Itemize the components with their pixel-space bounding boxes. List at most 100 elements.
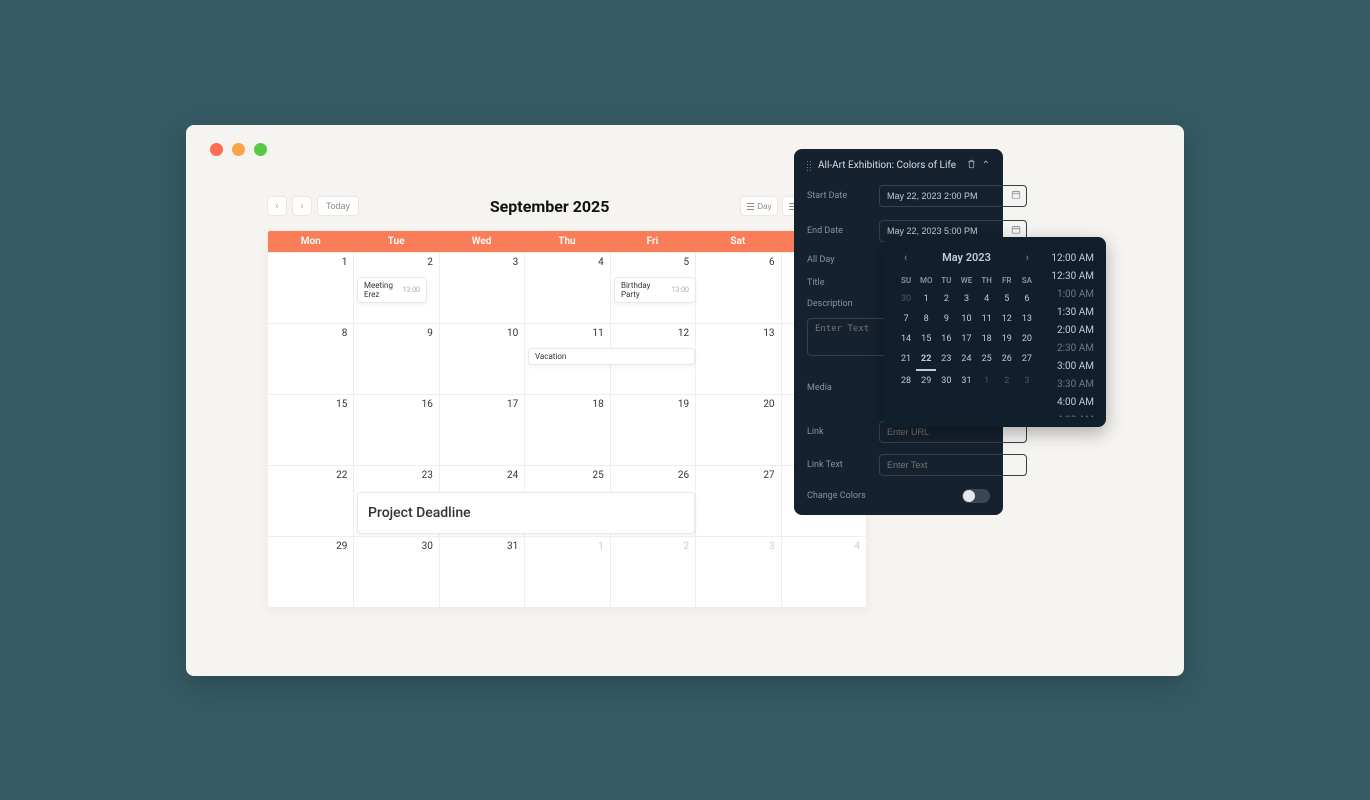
datepicker-day-cell[interactable]: 21 — [896, 349, 916, 371]
time-option[interactable]: 2:00 AM — [1041, 323, 1097, 338]
day-cell[interactable]: 29 — [268, 537, 353, 607]
time-option[interactable]: 1:00 AM — [1041, 287, 1097, 302]
event-meeting[interactable]: Meeting Erez 13:00 — [357, 277, 427, 303]
event-deadline[interactable]: Project Deadline — [357, 492, 695, 534]
day-header: Mon — [268, 231, 353, 252]
datepicker-day-cell[interactable]: 16 — [936, 329, 956, 349]
datepicker-day-cell[interactable]: 8 — [916, 309, 936, 329]
window-zoom-dot[interactable] — [254, 143, 267, 156]
datepicker-day-cell[interactable]: 2 — [997, 371, 1017, 391]
day-cell[interactable]: 2 — [610, 537, 695, 607]
datepicker-day-cell[interactable]: 20 — [1017, 329, 1037, 349]
datepicker-day-cell[interactable]: 12 — [997, 309, 1017, 329]
time-picker-list[interactable]: 12:00 AM 12:30 AM 1:00 AM 1:30 AM 2:00 AM 2:3… — [1041, 251, 1097, 417]
day-cell[interactable]: 30 — [353, 537, 438, 607]
datepicker-day-cell[interactable]: 30 — [936, 371, 956, 391]
datepicker-day-cell[interactable]: 18 — [977, 329, 997, 349]
day-cell[interactable]: 17 — [439, 395, 524, 465]
datepicker-day-cell[interactable]: 3 — [956, 289, 976, 309]
day-cell[interactable]: 9 — [353, 324, 438, 394]
time-option[interactable]: 2:30 AM — [1041, 341, 1097, 356]
day-cell[interactable]: 15 — [268, 395, 353, 465]
change-colors-toggle[interactable] — [962, 489, 990, 503]
datepicker-day-cell[interactable]: 9 — [936, 309, 956, 329]
drag-grip-icon[interactable] — [807, 161, 812, 171]
day-cell[interactable]: 19 — [610, 395, 695, 465]
link-text-input[interactable] — [879, 454, 1027, 476]
datepicker-day-cell[interactable]: 28 — [896, 371, 916, 391]
datepicker-day-cell[interactable]: 27 — [1017, 349, 1037, 371]
datepicker-next-button[interactable]: › — [1022, 251, 1033, 264]
collapse-icon[interactable]: ⌃ — [982, 160, 990, 171]
datepicker-day-cell[interactable]: 19 — [997, 329, 1017, 349]
window-close-dot[interactable] — [210, 143, 223, 156]
datepicker-weeks: 3012345678910111213141516171819202122232… — [896, 289, 1037, 391]
field-label: Link — [807, 427, 879, 437]
day-cell[interactable]: 1 — [524, 537, 609, 607]
datepicker-day-cell[interactable]: 7 — [896, 309, 916, 329]
datepicker-day-cell[interactable]: 17 — [956, 329, 976, 349]
time-option[interactable]: 12:00 AM — [1041, 251, 1097, 266]
datepicker-prev-button[interactable]: ‹ — [900, 251, 911, 264]
datepicker-day-cell[interactable]: 22 — [916, 349, 936, 371]
start-date-field: Start Date — [807, 185, 990, 207]
datepicker-day-cell[interactable]: 1 — [977, 371, 997, 391]
start-date-input[interactable] — [879, 185, 1027, 207]
calendar-icon[interactable] — [1011, 225, 1021, 238]
datepicker-day-cell[interactable]: 4 — [977, 289, 997, 309]
time-option[interactable]: 4:00 AM — [1041, 395, 1097, 410]
day-cell[interactable]: 10 — [439, 324, 524, 394]
next-month-button[interactable]: › — [292, 196, 312, 216]
event-birthday[interactable]: Birthday Party 13:00 — [614, 277, 696, 303]
datepicker-day-cell[interactable]: 31 — [956, 371, 976, 391]
day-header: Wed — [439, 231, 524, 252]
day-cell[interactable]: 3 — [439, 253, 524, 323]
day-cell[interactable]: 6 — [695, 253, 780, 323]
field-label: Link Text — [807, 460, 879, 470]
datepicker-day-cell[interactable]: 25 — [977, 349, 997, 371]
day-cell[interactable]: 4 — [524, 253, 609, 323]
day-cell[interactable]: 4 — [781, 537, 866, 607]
datepicker-day-cell[interactable]: 29 — [916, 371, 936, 391]
datepicker-day-cell[interactable]: 5 — [997, 289, 1017, 309]
time-option[interactable]: 1:30 AM — [1041, 305, 1097, 320]
datepicker-day-cell[interactable]: 2 — [936, 289, 956, 309]
time-option[interactable]: 3:30 AM — [1041, 377, 1097, 392]
day-cell[interactable]: 18 — [524, 395, 609, 465]
day-cell[interactable]: 31 — [439, 537, 524, 607]
datepicker-day-cell[interactable]: 15 — [916, 329, 936, 349]
datepicker-day-cell[interactable]: 6 — [1017, 289, 1037, 309]
day-cell[interactable]: 22 — [268, 466, 353, 536]
datepicker-day-cell[interactable]: 10 — [956, 309, 976, 329]
datepicker-day-cell[interactable]: 3 — [1017, 371, 1037, 391]
window-minimize-dot[interactable] — [232, 143, 245, 156]
day-cell[interactable]: 27 — [695, 466, 780, 536]
event-vacation[interactable]: Vacation — [528, 348, 695, 365]
datepicker-day-cell[interactable]: 13 — [1017, 309, 1037, 329]
calendar-icon[interactable] — [1011, 190, 1021, 203]
calendar-week: 29 30 31 1 2 3 4 — [268, 536, 866, 607]
field-label: End Date — [807, 226, 879, 236]
datepicker-day-cell[interactable]: 30 — [896, 289, 916, 309]
today-button[interactable]: Today — [317, 196, 359, 216]
delete-button[interactable] — [967, 159, 976, 172]
view-day-button[interactable]: Day — [740, 196, 778, 216]
datepicker-day-cell[interactable]: 24 — [956, 349, 976, 371]
dp-day-header: SA — [1017, 272, 1037, 289]
day-cell[interactable]: 13 — [695, 324, 780, 394]
time-option[interactable]: 12:30 AM — [1041, 269, 1097, 284]
datepicker-day-cell[interactable]: 26 — [997, 349, 1017, 371]
time-option[interactable]: 4:30 AM — [1041, 413, 1097, 417]
day-cell[interactable]: 20 — [695, 395, 780, 465]
time-option[interactable]: 3:00 AM — [1041, 359, 1097, 374]
day-cell[interactable]: 1 — [268, 253, 353, 323]
prev-month-button[interactable]: ‹ — [267, 196, 287, 216]
day-cell[interactable]: 16 — [353, 395, 438, 465]
datepicker-day-cell[interactable]: 1 — [916, 289, 936, 309]
datepicker-day-cell[interactable]: 23 — [936, 349, 956, 371]
view-label: Day — [757, 202, 771, 211]
datepicker-day-cell[interactable]: 11 — [977, 309, 997, 329]
day-cell[interactable]: 8 — [268, 324, 353, 394]
datepicker-day-cell[interactable]: 14 — [896, 329, 916, 349]
day-cell[interactable]: 3 — [695, 537, 780, 607]
